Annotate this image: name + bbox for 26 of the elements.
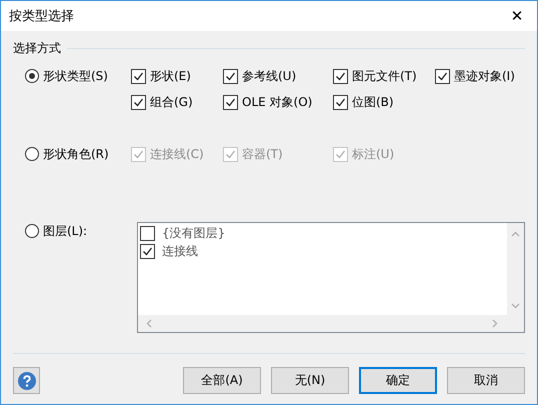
dialog-button[interactable]: 全部(A) — [183, 367, 261, 394]
scroll-left-icon[interactable] — [146, 319, 152, 328]
check-icon — [141, 245, 154, 258]
dialog-button[interactable]: 无(N) — [271, 367, 349, 394]
checkbox-option[interactable]: 参考线(U) — [223, 67, 333, 85]
scroll-down-icon[interactable] — [511, 303, 520, 309]
checkbox-option[interactable]: 墨迹对象(I) — [435, 67, 525, 85]
scroll-up-icon[interactable] — [511, 231, 520, 237]
dialog-button[interactable]: 确定 — [359, 367, 437, 394]
scroll-right-icon[interactable] — [492, 319, 498, 328]
checkbox-option[interactable]: 组合(G) — [131, 93, 223, 111]
radio-option[interactable]: 图层(L): — [25, 222, 137, 240]
radio-option[interactable]: 形状类型(S) — [25, 67, 131, 85]
checkbox-option[interactable]: 形状(E) — [131, 67, 223, 85]
checkbox-option[interactable]: 图元文件(T) — [333, 67, 435, 85]
window-title: 按类型选择 — [9, 8, 74, 25]
group-title: 选择方式 — [13, 40, 61, 56]
help-button[interactable] — [13, 367, 40, 394]
layer-item[interactable]: 连接线 — [140, 244, 505, 259]
dialog-button[interactable]: 取消 — [447, 367, 525, 394]
checkbox-option[interactable]: 位图(B) — [333, 93, 435, 111]
radio-option[interactable]: 形状角色(R) — [25, 145, 131, 163]
layer-item[interactable]: {没有图层} — [140, 226, 505, 241]
help-icon — [18, 372, 36, 390]
close-button[interactable]: ✕ — [497, 1, 537, 31]
checkbox-option[interactable]: OLE 对象(O) — [223, 93, 333, 111]
